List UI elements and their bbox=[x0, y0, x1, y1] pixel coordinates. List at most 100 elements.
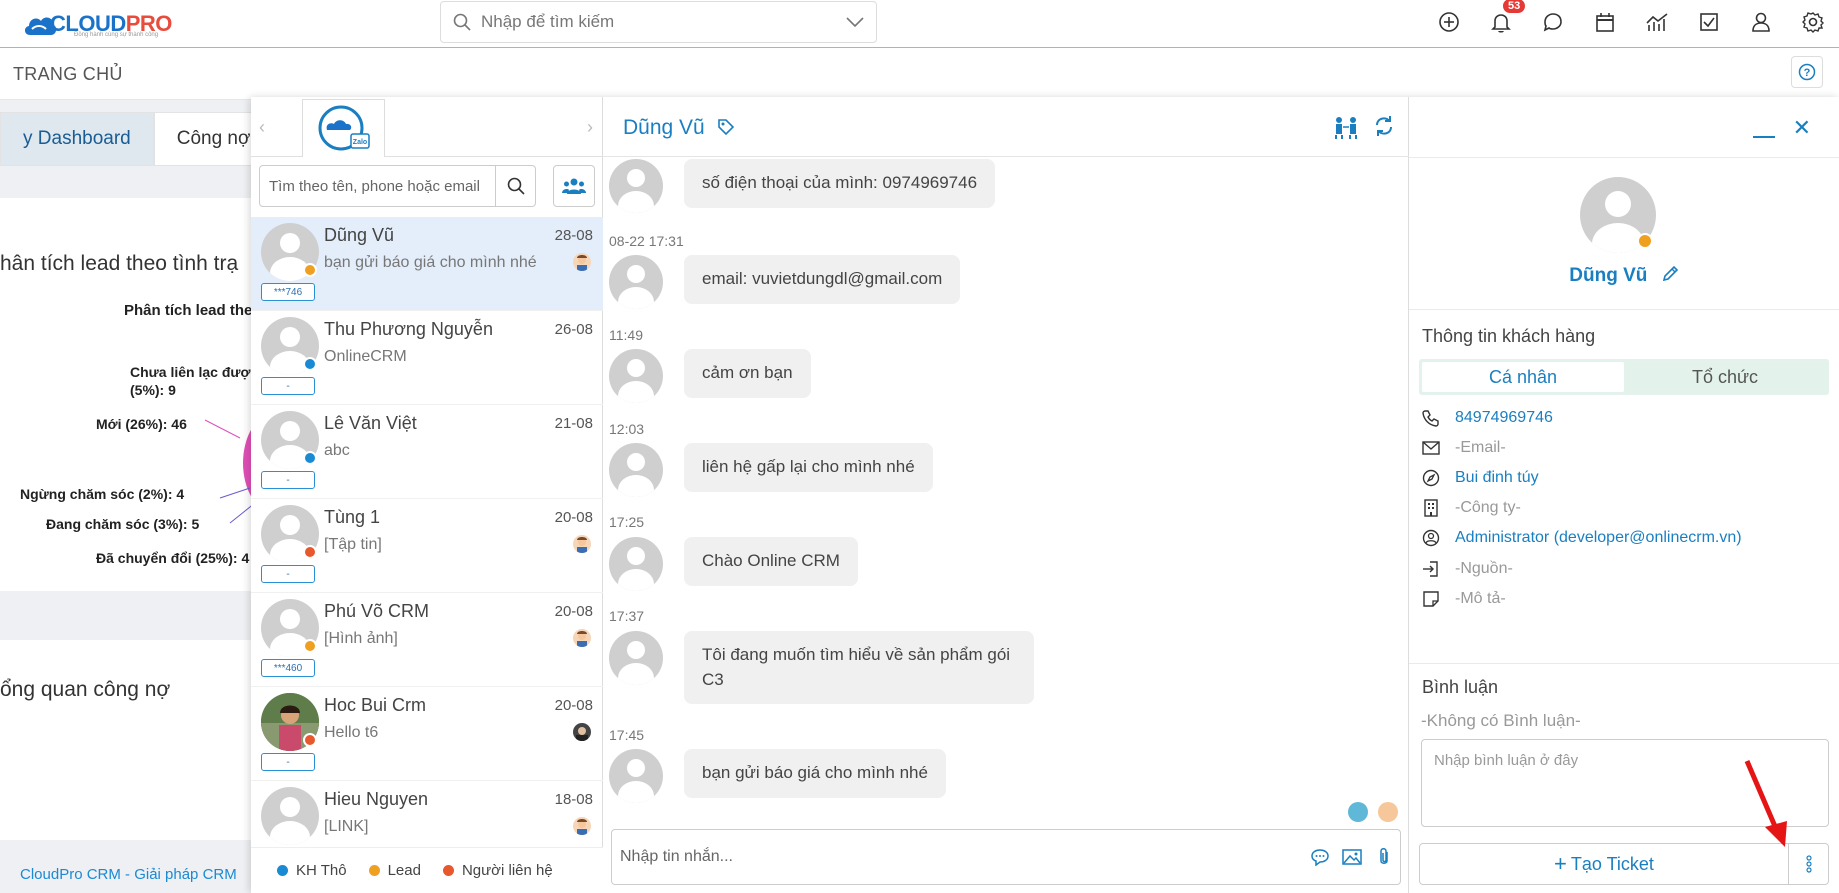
contact-name: Hoc Bui Crm bbox=[324, 695, 427, 715]
image-button[interactable] bbox=[1336, 848, 1368, 866]
help-button[interactable]: ? bbox=[1791, 56, 1823, 88]
contact-tag: ***460 bbox=[261, 659, 315, 677]
message-bubble[interactable]: Chào Online CRM bbox=[684, 537, 858, 586]
top-bar: CLOUDPRO Đồng hành cùng sự thành công Nh… bbox=[0, 0, 1839, 48]
global-search[interactable]: Nhập để tìm kiếm bbox=[440, 1, 877, 43]
contact-date: 18-08 bbox=[554, 791, 593, 808]
more-options-button[interactable] bbox=[1788, 844, 1828, 884]
minimize-icon[interactable] bbox=[1753, 136, 1775, 138]
legend-item: KH Thô bbox=[277, 862, 347, 879]
settings-button[interactable] bbox=[1787, 0, 1839, 44]
message: Tôi đang muốn tìm hiểu về sản phẩm gói C… bbox=[609, 631, 1034, 705]
search-input[interactable]: Nhập để tìm kiếm bbox=[481, 12, 846, 32]
agent-avatar-icon bbox=[573, 723, 591, 741]
contact-item[interactable]: ***746 Dũng Vũ 28-08 bạn gửi báo giá cho… bbox=[251, 217, 603, 311]
footer-link[interactable]: CloudPro CRM - Giải pháp CRM bbox=[20, 866, 237, 883]
tab-personal[interactable]: Cá nhân bbox=[1422, 362, 1624, 392]
legend-item: Người liên hệ bbox=[442, 862, 553, 879]
cloud-logo-icon bbox=[24, 17, 57, 35]
message-composer[interactable]: Nhập tin nhắn... bbox=[611, 829, 1401, 885]
chevron-left-icon[interactable]: ‹ bbox=[259, 117, 265, 138]
contact-search-input[interactable]: Tìm theo tên, phone hoặc email bbox=[260, 178, 495, 195]
message-bubble[interactable]: bạn gửi báo giá cho mình nhé bbox=[684, 749, 946, 798]
contact-date: 26-08 bbox=[554, 321, 593, 338]
calendar-button[interactable] bbox=[1579, 0, 1631, 44]
close-icon[interactable]: ✕ bbox=[1793, 115, 1811, 141]
refresh-icon[interactable] bbox=[1373, 115, 1395, 137]
tab-organization[interactable]: Tổ chức bbox=[1624, 362, 1826, 392]
tab-zalo[interactable]: Zalo bbox=[302, 99, 385, 157]
tab-dashboard[interactable]: y Dashboard bbox=[0, 112, 154, 166]
message-time: 17:25 bbox=[609, 514, 645, 530]
message-time: 17:37 bbox=[609, 608, 645, 624]
chevron-down-icon[interactable] bbox=[846, 17, 864, 27]
contact-date: 21-08 bbox=[554, 415, 593, 432]
company-value: -Công ty- bbox=[1455, 499, 1521, 516]
contact-search-button[interactable] bbox=[495, 166, 535, 206]
checkbox-icon bbox=[1700, 13, 1718, 31]
search-icon bbox=[453, 13, 471, 31]
message-bubble[interactable]: email: vuvietdungdl@gmail.com bbox=[684, 255, 961, 304]
attach-button[interactable] bbox=[1368, 847, 1400, 867]
bell-icon bbox=[1491, 14, 1511, 33]
add-button[interactable] bbox=[1423, 0, 1475, 44]
contact-tag: - bbox=[261, 753, 315, 771]
message: số điện thoại của mình: 0974969746 bbox=[609, 159, 996, 213]
chat-dots-icon bbox=[1311, 849, 1329, 866]
logo-tagline: Đồng hành cùng sự thành công bbox=[74, 32, 159, 38]
seen-indicators bbox=[1348, 802, 1398, 822]
message-time: 11:49 bbox=[609, 327, 643, 343]
assign-users-icon[interactable] bbox=[1333, 115, 1359, 139]
notifications-button[interactable]: 53 bbox=[1475, 0, 1527, 44]
page-title: TRANG CHỦ bbox=[13, 64, 123, 84]
contacts-group-button[interactable] bbox=[553, 165, 595, 207]
messages-button[interactable] bbox=[1527, 0, 1579, 44]
contact-item[interactable]: ***460 Phú Võ CRM 20-08 [Hình ảnh] bbox=[251, 593, 603, 687]
search-icon bbox=[507, 177, 525, 195]
contact-item[interactable]: - Hoc Bui Crm 20-08 Hello t6 bbox=[251, 687, 603, 781]
tasks-button[interactable] bbox=[1683, 0, 1735, 44]
chat-icon bbox=[1543, 13, 1562, 32]
tag-icon[interactable] bbox=[717, 118, 735, 136]
contact-name: Dũng Vũ bbox=[324, 225, 395, 245]
conversation-list-pane: ‹ Zalo › Tìm theo tên, phone hoặc email bbox=[251, 97, 603, 893]
message-time: 08-22 17:31 bbox=[609, 233, 684, 249]
status-legend: KH Thô Lead Người liên hệ bbox=[251, 847, 603, 893]
quick-reply-button[interactable] bbox=[1304, 848, 1336, 866]
create-ticket-button[interactable]: + Tạo Ticket bbox=[1420, 844, 1788, 884]
phone-value[interactable]: 84974969746 bbox=[1455, 409, 1553, 427]
owner-value[interactable]: Administrator (developer@onlinecrm.vn) bbox=[1455, 529, 1742, 547]
profile-button[interactable] bbox=[1735, 0, 1787, 44]
message-input[interactable]: Nhập tin nhắn... bbox=[612, 848, 1304, 866]
sign-in-icon bbox=[1423, 561, 1438, 577]
debt-card-title: ổng quan công nợ bbox=[0, 678, 171, 701]
avatar bbox=[609, 631, 663, 685]
message-bubble[interactable]: số điện thoại của mình: 0974969746 bbox=[684, 159, 996, 208]
message-bubble[interactable]: liên hệ gấp lại cho mình nhé bbox=[684, 443, 933, 492]
cloudpro-logo[interactable]: CLOUDPRO Đồng hành cùng sự thành công bbox=[22, 6, 172, 42]
paperclip-icon bbox=[1380, 848, 1388, 864]
lead-chart-title: Phân tích lead the bbox=[124, 302, 253, 319]
sticky-note-icon bbox=[1423, 591, 1439, 607]
contact-name: Tùng 1 bbox=[324, 507, 381, 527]
contact-date: 20-08 bbox=[554, 697, 593, 714]
avatar bbox=[609, 749, 663, 803]
contact-item[interactable]: - Thu Phương Nguyễn 26-08 OnlineCRM bbox=[251, 311, 603, 405]
message-bubble[interactable]: cảm ơn bạn bbox=[684, 349, 811, 398]
address-value[interactable]: Bui đinh túy bbox=[1455, 469, 1539, 487]
contact-item[interactable]: - Tùng 1 20-08 [Tập tin] bbox=[251, 499, 603, 593]
contact-last-message: abc bbox=[324, 442, 350, 459]
contact-search[interactable]: Tìm theo tên, phone hoặc email bbox=[259, 165, 536, 207]
reports-button[interactable] bbox=[1631, 0, 1683, 44]
message-bubble[interactable]: Tôi đang muốn tìm hiểu về sản phẩm gói C… bbox=[684, 631, 1034, 705]
contact-item[interactable]: - Lê Văn Việt 21-08 abc bbox=[251, 405, 603, 499]
edit-pencil-icon[interactable] bbox=[1661, 265, 1679, 283]
chevron-right-icon[interactable]: › bbox=[587, 117, 593, 138]
contact-last-message: [Hình ảnh] bbox=[324, 630, 398, 647]
zalo-logo-icon: Zalo bbox=[318, 105, 370, 150]
avatar bbox=[609, 255, 663, 309]
envelope-icon bbox=[1422, 441, 1440, 455]
users-icon bbox=[562, 178, 586, 194]
zalo-chat-modal: ‹ Zalo › Tìm theo tên, phone hoặc email bbox=[251, 97, 1839, 893]
contact-tag: - bbox=[261, 565, 315, 583]
